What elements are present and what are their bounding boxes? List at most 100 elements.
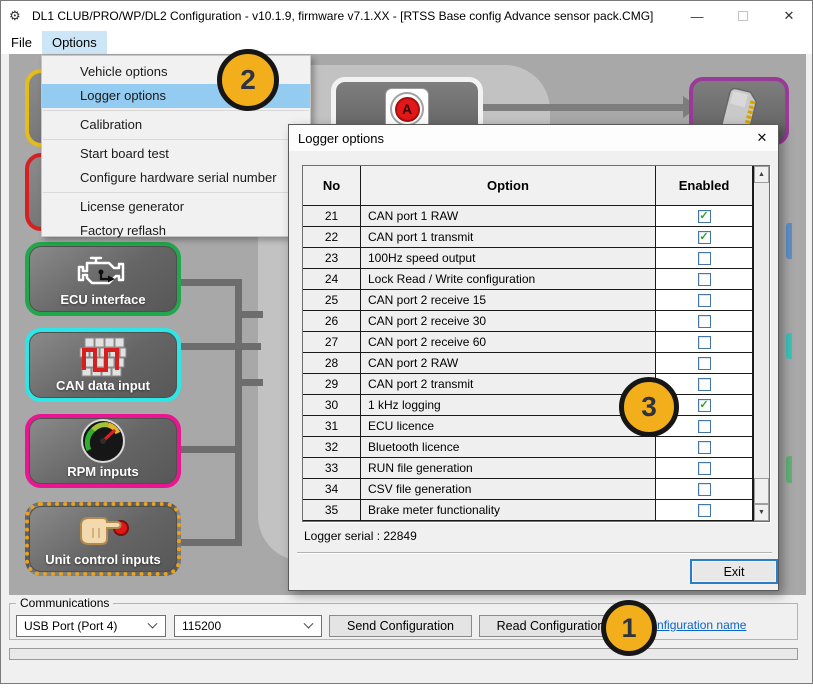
menu-separator [43,192,309,193]
dialog-title: Logger options [298,131,384,146]
cell-option: CAN port 2 receive 60 [361,332,656,353]
checkbox-unchecked[interactable] [698,420,711,433]
minimize-button[interactable]: — [674,1,720,31]
dialog-title-bar: Logger options ✕ [289,125,778,151]
cell-option: 1 kHz logging [361,395,656,416]
cell-enabled: ✓ [656,227,753,248]
table-row: 32Bluetooth licence [303,437,769,458]
accelerometer-ring: A [390,92,424,126]
cell-option: CAN port 2 receive 30 [361,311,656,332]
menu-file[interactable]: File [1,31,42,54]
checkbox-unchecked[interactable] [698,357,711,370]
menu-item-configure-hardware-serial-number[interactable]: Configure hardware serial number [42,166,310,190]
cell-enabled [656,290,753,311]
communications-group: Communications USB Port (Port 4) 115200 … [9,603,798,640]
diagram-button-label: ECU interface [60,292,145,307]
cell-no: 30 [303,395,361,416]
cell-no: 29 [303,374,361,395]
checkbox-unchecked[interactable] [698,273,711,286]
menu-item-license-generator[interactable]: License generator [42,195,310,219]
cell-no: 34 [303,479,361,500]
diagram-button-ecu-interface[interactable]: ECU interface [25,242,181,316]
maximize-icon [738,11,748,21]
title-bar: ⚙ DL1 CLUB/PRO/WP/DL2 Configuration - v1… [1,1,812,31]
chevron-down-icon [148,618,158,628]
checkbox-unchecked[interactable] [698,294,711,307]
column-header-option: Option [361,166,656,206]
diagram-button-unit-control-inputs[interactable]: Unit control inputs [25,502,181,576]
cell-enabled [656,269,753,290]
checkbox-unchecked[interactable] [698,315,711,328]
diagram-button-rpm-inputs[interactable]: RPM inputs [25,414,181,488]
scrollbar-up-icon[interactable]: ▲ [754,166,769,183]
table-row: 34CSV file generation [303,479,769,500]
cell-no: 23 [303,248,361,269]
cell-enabled [656,458,753,479]
communications-group-label: Communications [16,596,113,610]
exit-button[interactable]: Exit [690,559,778,584]
cell-option: 100Hz speed output [361,248,656,269]
cell-option: ECU licence [361,416,656,437]
cell-no: 31 [303,416,361,437]
column-header-enabled: Enabled [656,166,753,206]
edge-tab [786,333,792,359]
wire [235,379,263,386]
menu-item-calibration[interactable]: Calibration [42,113,310,137]
baud-select-value: 115200 [182,619,221,633]
dialog-close-icon[interactable]: ✕ [746,130,778,146]
window-title: DL1 CLUB/PRO/WP/DL2 Configuration - v10.… [32,9,653,23]
checkbox-unchecked[interactable] [698,252,711,265]
dialog-separator [297,552,772,554]
callout-step-2: 2 [217,49,279,111]
menu-item-factory-reflash[interactable]: Factory reflash [42,219,310,243]
menu-options[interactable]: Options [42,31,107,54]
logger-options-dialog: Logger options ✕ No Option Enabled 21CAN… [288,124,779,591]
wire [181,446,237,453]
checkbox-unchecked[interactable] [698,378,711,391]
cell-option: CAN port 2 RAW [361,353,656,374]
wire [181,279,237,286]
cell-no: 24 [303,269,361,290]
wire [235,279,242,546]
port-select[interactable]: USB Port (Port 4) [16,615,166,637]
chevron-down-icon [304,618,314,628]
wire [181,343,261,350]
baud-rate-select[interactable]: 115200 [174,615,322,637]
options-table: No Option Enabled 21CAN port 1 RAW✓22CAN… [302,165,770,522]
hand-button-icon [73,506,133,552]
wire [181,539,237,546]
checkbox-unchecked[interactable] [698,441,711,454]
scrollbar-thumb[interactable] [754,478,769,504]
close-button[interactable]: ✕ [766,1,812,31]
checkbox-checked[interactable]: ✓ [698,210,711,223]
menu-item-start-board-test[interactable]: Start board test [42,142,310,166]
cell-enabled [656,479,753,500]
cell-enabled: ✓ [656,206,753,227]
diagram-button-can-data-input[interactable]: CAN data input [25,328,181,402]
send-configuration-button[interactable]: Send Configuration [329,615,472,637]
checkbox-unchecked[interactable] [698,462,711,475]
checkbox-checked[interactable]: ✓ [698,231,711,244]
table-row: 26CAN port 2 receive 30 [303,311,769,332]
callout-step-1: 1 [601,600,657,656]
diagram-button-label: RPM inputs [67,464,139,479]
table-row: 29CAN port 2 transmit [303,374,769,395]
callout-step-3: 3 [619,377,679,437]
cell-option: Brake meter functionality [361,500,656,521]
checkbox-unchecked[interactable] [698,483,711,496]
table-row: 21CAN port 1 RAW✓ [303,206,769,227]
checkbox-unchecked[interactable] [698,504,711,517]
cell-option: CAN port 2 receive 15 [361,290,656,311]
cell-no: 26 [303,311,361,332]
checkbox-unchecked[interactable] [698,336,711,349]
menu-separator [43,139,309,140]
cell-no: 25 [303,290,361,311]
can-grid-icon [78,332,128,378]
table-scrollbar[interactable]: ▲ ▼ [753,166,769,521]
maximize-button[interactable] [720,1,766,31]
table-row: 301 kHz logging ✓ [303,395,769,416]
cell-enabled [656,500,753,521]
checkbox-checked[interactable]: ✓ [698,399,711,412]
cell-option: CAN port 1 transmit [361,227,656,248]
scrollbar-down-icon[interactable]: ▼ [754,504,769,521]
